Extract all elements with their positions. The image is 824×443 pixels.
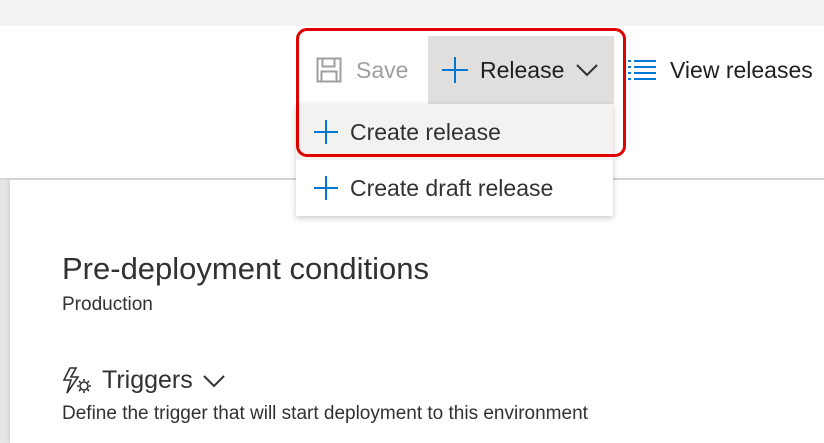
menu-item-label: Create draft release <box>350 174 554 201</box>
release-dropdown-menu: Create release Create draft release <box>296 104 613 216</box>
release-label: Release <box>480 56 565 83</box>
menu-item-label: Create release <box>350 118 501 145</box>
save-label: Save <box>356 56 409 83</box>
view-releases-label: View releases <box>670 56 813 83</box>
menu-item-create-release[interactable]: Create release <box>296 104 613 160</box>
plus-icon <box>314 120 338 144</box>
plus-icon <box>442 57 468 83</box>
triggers-section-header[interactable]: Triggers <box>62 366 225 395</box>
plus-icon <box>314 176 338 200</box>
triggers-label: Triggers <box>102 366 193 394</box>
top-strip <box>0 0 824 26</box>
save-button[interactable]: Save <box>316 36 408 104</box>
page-title: Pre-deployment conditions <box>62 251 430 286</box>
environment-name: Production <box>62 294 153 315</box>
list-icon <box>628 59 656 81</box>
chevron-down-icon <box>203 374 225 388</box>
release-button[interactable]: Release <box>428 36 614 104</box>
trigger-icon <box>62 366 92 395</box>
chevron-down-icon <box>576 63 599 77</box>
save-icon <box>316 57 342 83</box>
view-releases-button[interactable]: View releases <box>628 36 813 104</box>
triggers-description: Define the trigger that will start deplo… <box>62 403 588 424</box>
panel-left-edge <box>0 180 10 443</box>
menu-item-create-draft-release[interactable]: Create draft release <box>296 160 613 216</box>
